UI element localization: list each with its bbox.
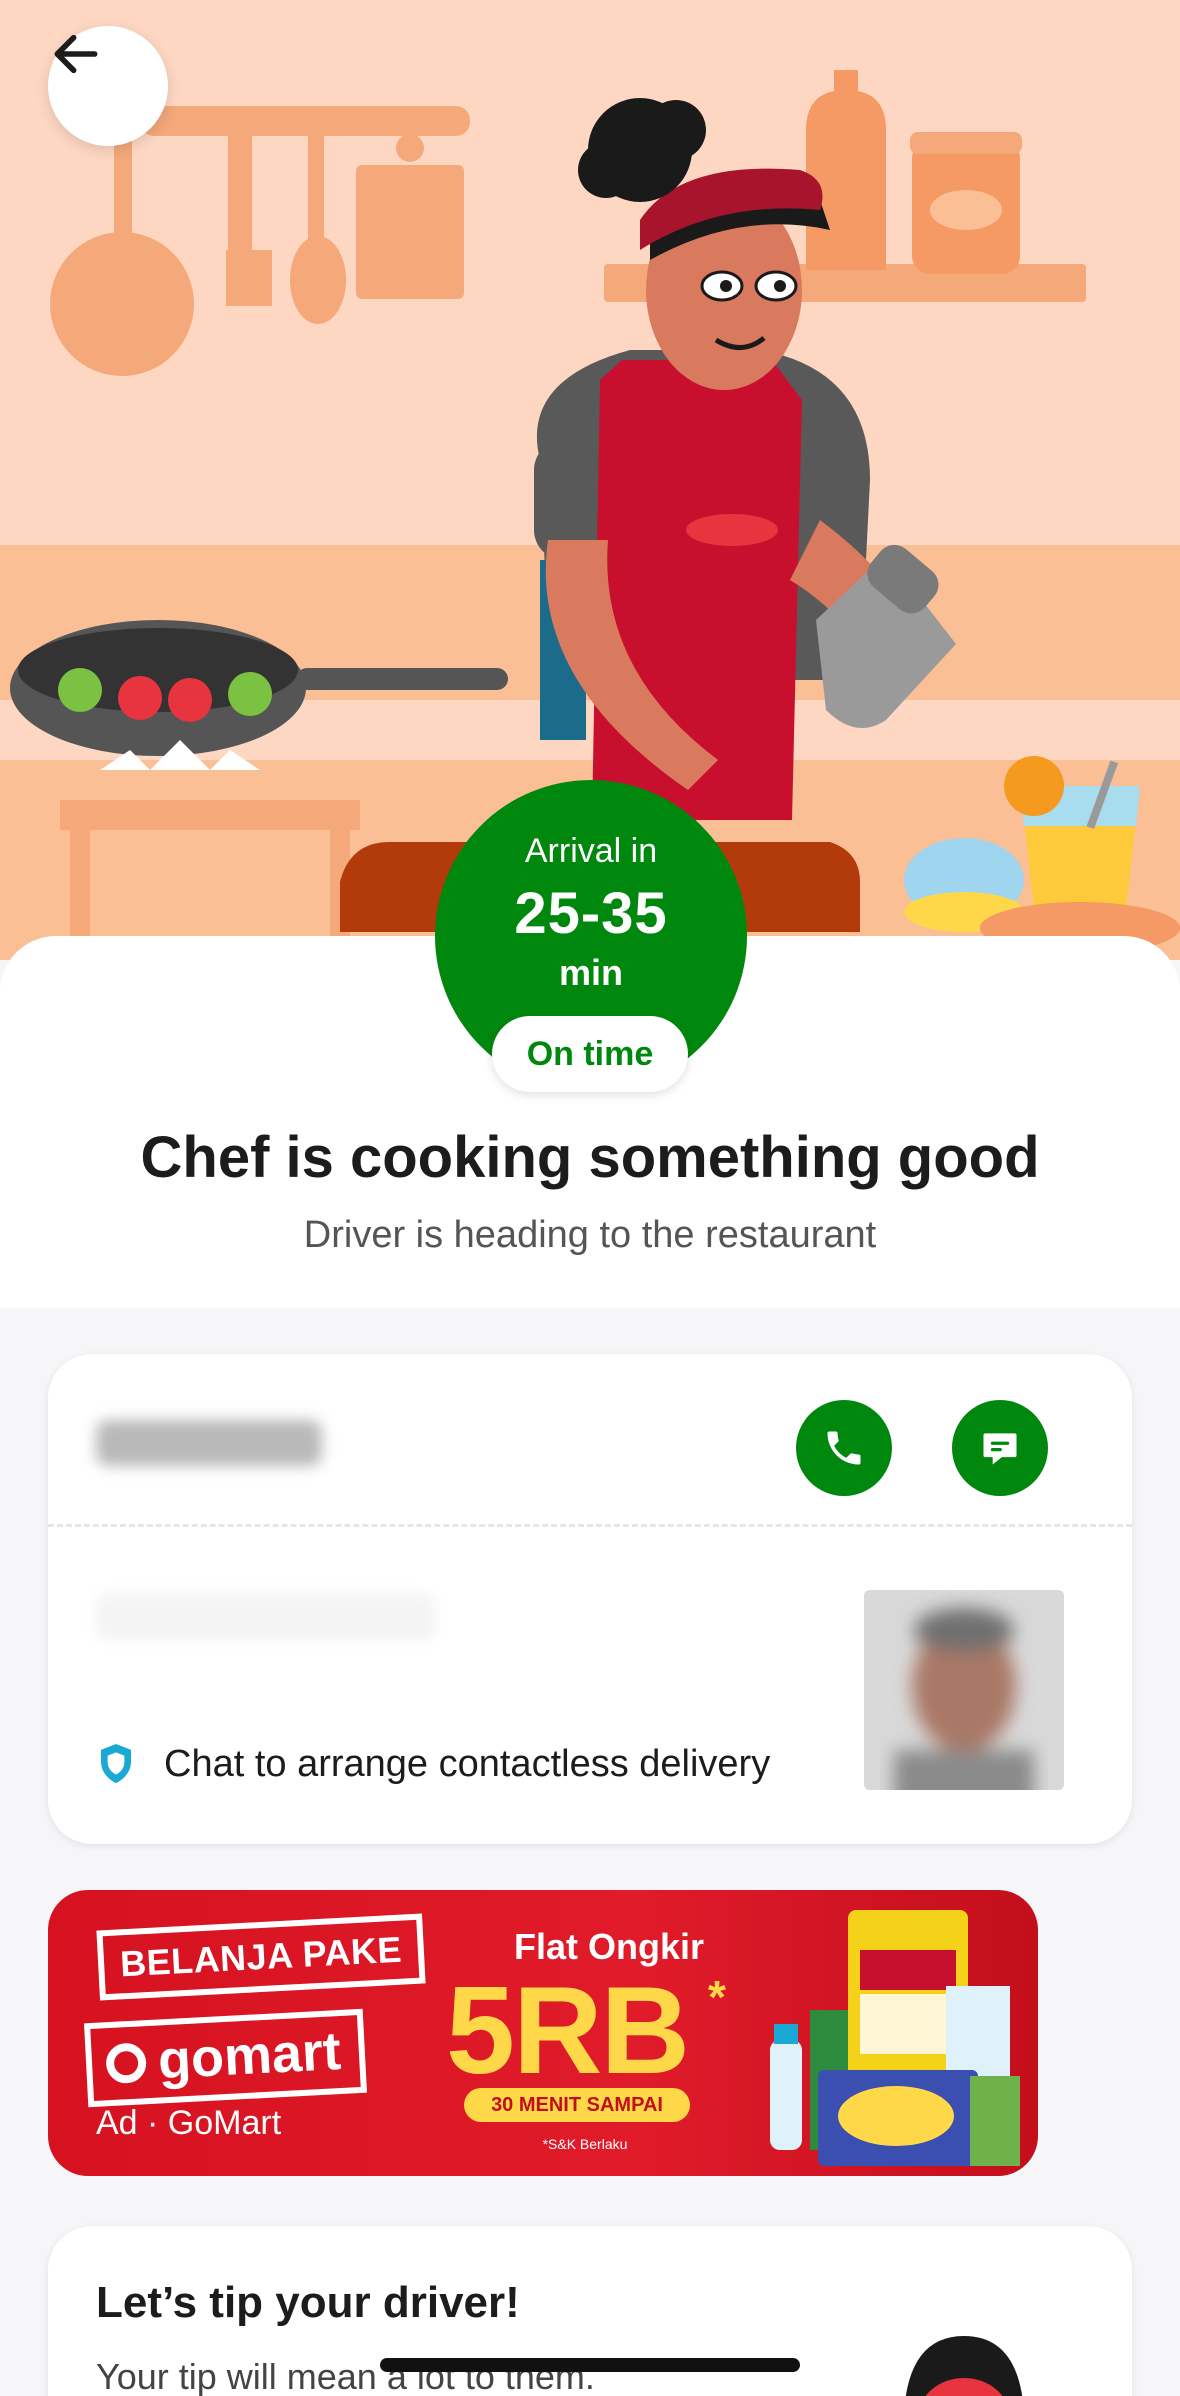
shield-icon: [101, 1744, 131, 1784]
driver-character-illustration: [905, 2336, 1023, 2396]
status-title: Chef is cooking something good: [140, 1125, 1040, 1190]
tip-title: Let’s tip your driver!: [96, 2278, 520, 2327]
ad-price: 5RB: [446, 1962, 690, 2100]
phone-icon: [827, 1431, 861, 1465]
back-button[interactable]: [48, 26, 168, 146]
on-time-badge: On time: [492, 1016, 688, 1092]
ad-label: Ad · GoMart: [96, 2104, 282, 2142]
divider: [48, 1524, 1132, 1527]
ad-headline: BELANJA PAKE: [96, 1913, 426, 2001]
eta-label: Arrival in: [524, 832, 658, 870]
driver-card: Chat to arrange contactless delivery: [48, 1354, 1132, 1844]
home-indicator: [380, 2358, 800, 2372]
gomart-logo: gomart: [83, 2008, 368, 2108]
gomart-logo-icon: [105, 2042, 148, 2085]
eta-value: 25-35: [514, 881, 668, 946]
ad-terms: *S&K Berlaku: [542, 2136, 628, 2152]
ad-time-badge: 30 MENIT SAMPAI: [464, 2088, 690, 2122]
gomart-ad-banner[interactable]: BELANJA PAKE gomart Ad · GoMart Flat Ong…: [48, 1890, 1038, 2176]
ad-price-star: *: [708, 1971, 726, 2023]
status-subtitle: Driver is heading to the restaurant: [303, 1214, 877, 1256]
driver-name-blurred: [96, 1420, 322, 1466]
driver-avatar: [864, 1590, 1064, 1790]
eta-unit: min: [558, 952, 623, 993]
chat-icon: [983, 1433, 1017, 1465]
call-driver-button[interactable]: [796, 1400, 892, 1496]
arrow-left-icon: [54, 34, 98, 74]
vehicle-info-blurred: [96, 1594, 436, 1640]
contactless-info: Chat to arrange contactless delivery: [96, 1742, 770, 1786]
driver-photo-blurred: [864, 1590, 1064, 1790]
contactless-text: Chat to arrange contactless delivery: [164, 1742, 771, 1785]
chat-driver-button[interactable]: [952, 1400, 1048, 1496]
groceries-image: [770, 1910, 1020, 2166]
gomart-brand-text: gomart: [156, 2020, 343, 2091]
